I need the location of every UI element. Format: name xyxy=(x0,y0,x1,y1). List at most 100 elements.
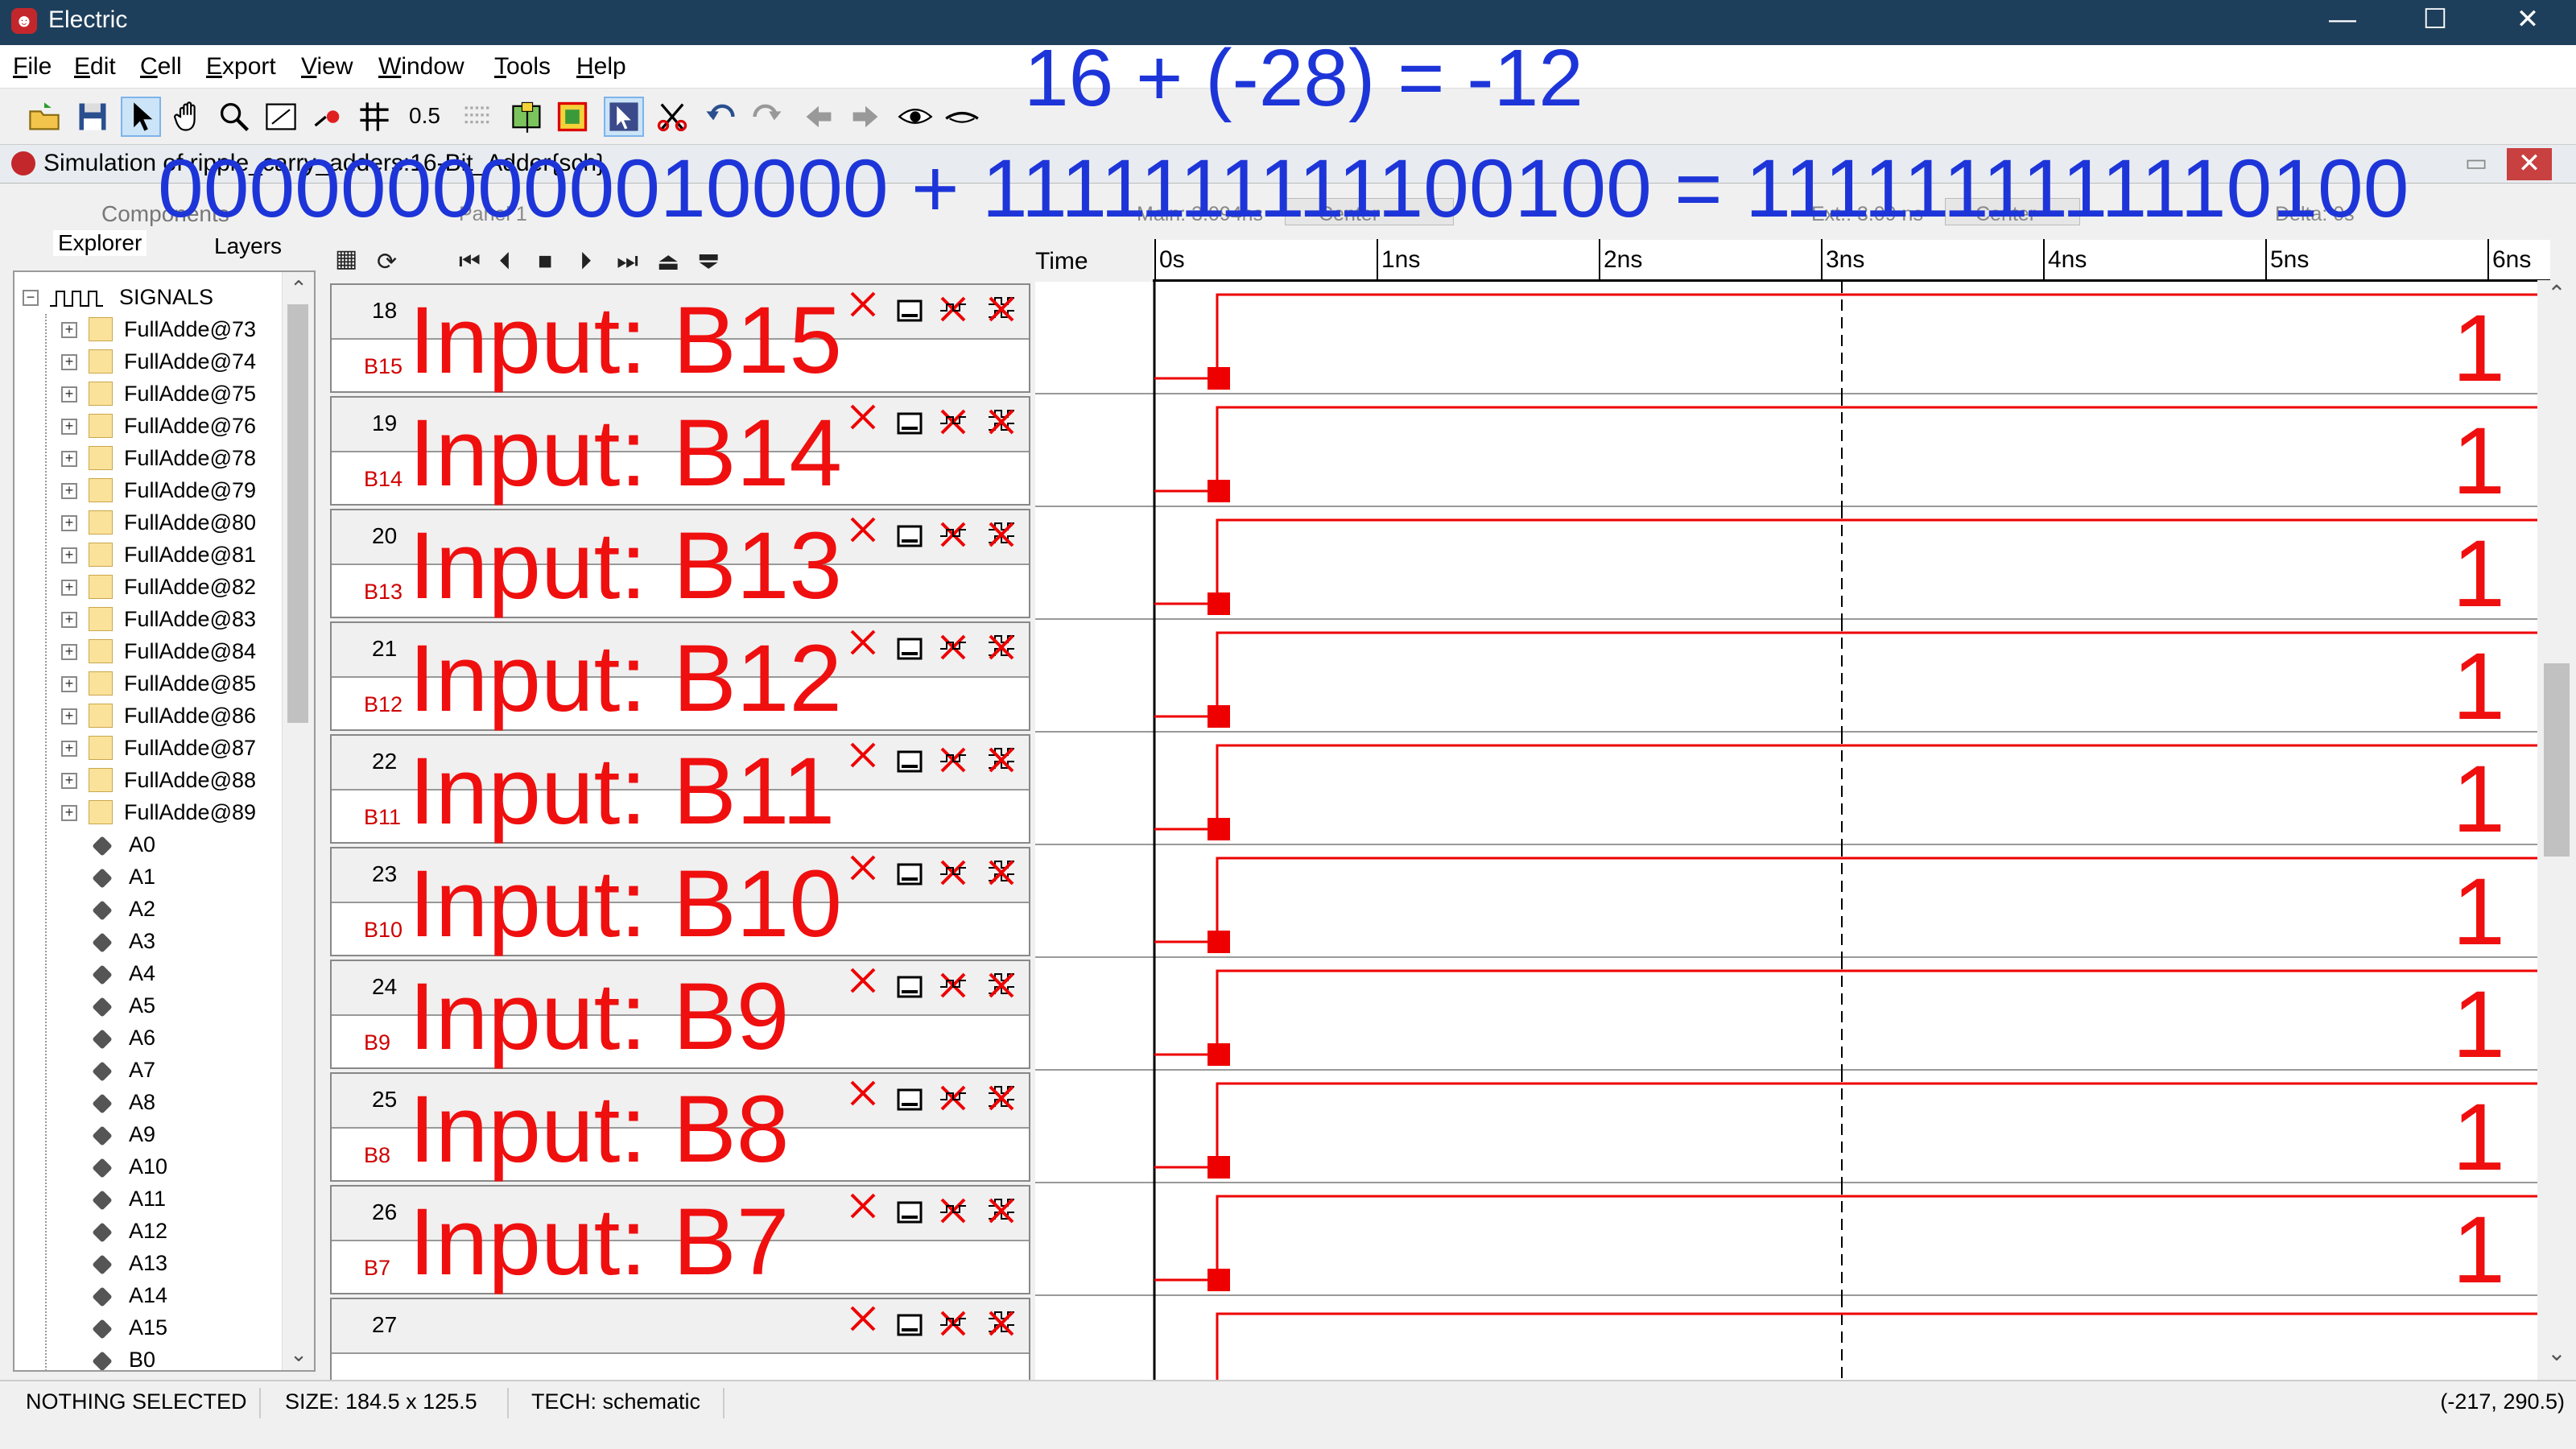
menu-help[interactable]: Help xyxy=(576,53,626,80)
expand-icon[interactable]: + xyxy=(61,354,77,370)
delete-signal-icon[interactable] xyxy=(847,1190,879,1222)
signal-name-box[interactable]: 23 B10 Input: B10 xyxy=(330,847,1030,956)
expand-icon[interactable]: + xyxy=(61,547,77,564)
collapse-panel-icon[interactable] xyxy=(894,1196,926,1228)
menu-cell[interactable]: Cell xyxy=(140,53,182,80)
delete-trace-icon[interactable] xyxy=(937,631,969,663)
signal-trace[interactable]: 18 B15 Input: B15 1 xyxy=(330,282,2537,401)
delete-trace-icon[interactable] xyxy=(937,518,969,551)
menu-export[interactable]: Export xyxy=(206,53,276,80)
waveform-scrollbar[interactable]: ⌃ ⌄ xyxy=(2537,280,2576,1372)
expand-icon[interactable]: + xyxy=(61,612,77,628)
expand-icon[interactable]: + xyxy=(61,451,77,467)
signal-name-box[interactable]: 26 B7 Input: B7 xyxy=(330,1185,1030,1294)
tree-scroll-thumb[interactable] xyxy=(287,304,308,723)
expand-icon[interactable]: + xyxy=(61,322,77,338)
tab-explorer[interactable]: Explorer xyxy=(53,230,147,256)
menu-view[interactable]: View xyxy=(301,53,353,80)
grid-icon[interactable] xyxy=(354,97,394,137)
expand-icon[interactable]: + xyxy=(61,773,77,789)
collapse-panel-icon[interactable] xyxy=(894,633,926,665)
pan-hand-icon[interactable] xyxy=(169,97,209,137)
delete-signal-icon[interactable] xyxy=(847,401,879,433)
signal-name-box[interactable]: 21 B12 Input: B12 xyxy=(330,621,1030,731)
collapse-panel-icon[interactable] xyxy=(894,858,926,890)
stop-icon[interactable]: ■ xyxy=(538,248,552,275)
zoom-fit-icon[interactable] xyxy=(261,97,301,137)
delete-all-icon[interactable] xyxy=(985,1195,1018,1227)
wave-scroll-up-icon[interactable]: ⌃ xyxy=(2537,280,2576,312)
tab-layers[interactable]: Layers xyxy=(214,233,282,259)
document-maximize-icon[interactable]: ▭ xyxy=(2454,148,2499,180)
expand-icon[interactable]: + xyxy=(61,644,77,660)
signal-name[interactable]: B8 xyxy=(364,1143,390,1168)
grid-select-icon[interactable]: ▦ xyxy=(335,245,357,273)
menu-tools[interactable]: Tools xyxy=(494,53,551,80)
expand-icon[interactable]: + xyxy=(61,580,77,596)
hide-eye-icon[interactable] xyxy=(942,97,982,137)
delete-signal-icon[interactable] xyxy=(847,1302,879,1335)
delete-signal-icon[interactable] xyxy=(847,852,879,884)
delete-all-icon[interactable] xyxy=(985,406,1018,438)
signal-trace[interactable]: 22 B11 Input: B11 1 xyxy=(330,733,2537,852)
scissors-icon[interactable] xyxy=(652,97,692,137)
delete-signal-icon[interactable] xyxy=(847,1077,879,1109)
delete-all-icon[interactable] xyxy=(985,857,1018,889)
step-back-icon[interactable]: ⏴ xyxy=(499,248,511,275)
delete-trace-icon[interactable] xyxy=(937,744,969,776)
expand-icon[interactable]: + xyxy=(61,676,77,692)
delete-trace-icon[interactable] xyxy=(937,293,969,325)
zoom-icon[interactable] xyxy=(214,97,254,137)
expand-icon[interactable]: + xyxy=(61,805,77,821)
show-eye-icon[interactable] xyxy=(895,97,935,137)
delete-signal-icon[interactable] xyxy=(847,514,879,546)
delete-all-icon[interactable] xyxy=(985,1307,1018,1340)
signal-name[interactable]: B14 xyxy=(364,467,402,492)
back-arrow-icon[interactable] xyxy=(799,97,839,137)
delete-signal-icon[interactable] xyxy=(847,739,879,771)
save-icon[interactable] xyxy=(72,97,113,137)
signal-name[interactable]: B7 xyxy=(364,1256,390,1281)
signal-trace[interactable]: 24 B9 Input: B9 1 xyxy=(330,958,2537,1077)
wave-scroll-thumb[interactable] xyxy=(2544,663,2570,857)
signal-name-box[interactable]: 24 B9 Input: B9 xyxy=(330,960,1030,1069)
signal-trace[interactable]: 20 B13 Input: B13 1 xyxy=(330,507,2537,626)
collapse-panel-icon[interactable] xyxy=(894,1309,926,1341)
select-special-icon[interactable] xyxy=(604,97,644,137)
delete-signal-icon[interactable] xyxy=(847,288,879,320)
document-close-button[interactable]: ✕ xyxy=(2507,148,2552,180)
tree-scroll-up-icon[interactable]: ⌃ xyxy=(283,272,314,304)
signal-name-box[interactable]: 19 B14 Input: B14 xyxy=(330,396,1030,506)
open-icon[interactable] xyxy=(24,97,64,137)
delete-all-icon[interactable] xyxy=(985,969,1018,1001)
undo-icon[interactable] xyxy=(700,97,741,137)
delete-trace-icon[interactable] xyxy=(937,406,969,438)
collapse-panel-icon[interactable] xyxy=(894,407,926,440)
maximize-button[interactable]: ☐ xyxy=(2391,0,2479,45)
delete-signal-icon[interactable] xyxy=(847,964,879,997)
redo-icon[interactable] xyxy=(747,97,787,137)
expand-icon[interactable]: + xyxy=(61,419,77,435)
signal-name-box[interactable]: 20 B13 Input: B13 xyxy=(330,509,1030,618)
signal-name[interactable]: B13 xyxy=(364,580,402,605)
delete-all-icon[interactable] xyxy=(985,518,1018,551)
expand-icon[interactable]: + xyxy=(61,741,77,757)
delete-all-icon[interactable] xyxy=(985,631,1018,663)
signal-trace[interactable]: 25 B8 Input: B8 1 xyxy=(330,1071,2537,1190)
tree-scrollbar[interactable]: ⌃ ⌄ xyxy=(282,272,314,1370)
collapse-panel-icon[interactable] xyxy=(894,971,926,1003)
collapse-panel-icon[interactable] xyxy=(894,745,926,778)
wave-scroll-down-icon[interactable]: ⌄ xyxy=(2537,1340,2576,1372)
fast-forward-icon[interactable]: ⏭ xyxy=(617,248,638,275)
delete-trace-icon[interactable] xyxy=(937,857,969,889)
delete-trace-icon[interactable] xyxy=(937,1082,969,1114)
highlight-icon[interactable] xyxy=(552,97,592,137)
minimize-button[interactable]: — xyxy=(2298,0,2387,45)
layer-color-icon[interactable] xyxy=(507,97,547,137)
delete-all-icon[interactable] xyxy=(985,744,1018,776)
signal-name-box[interactable]: 22 B11 Input: B11 xyxy=(330,734,1030,844)
collapse-icon[interactable]: − xyxy=(23,290,39,306)
signal-name[interactable]: B15 xyxy=(364,354,402,379)
delete-trace-icon[interactable] xyxy=(937,1195,969,1227)
close-button[interactable]: ✕ xyxy=(2483,0,2572,45)
